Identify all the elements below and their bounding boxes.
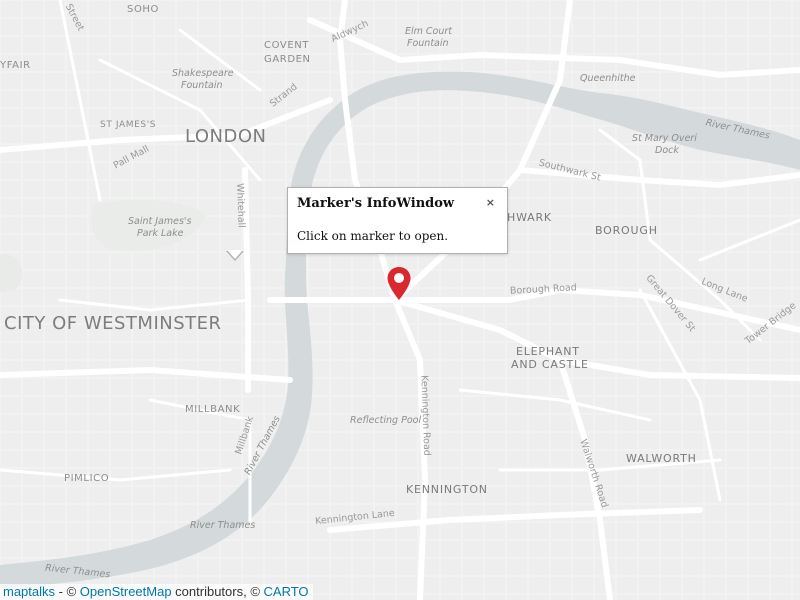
label-walworth: WALWORTH [626, 452, 697, 465]
label-queenhithe: Queenhithe [580, 73, 636, 84]
info-window-content: Click on marker to open. [297, 229, 449, 243]
label-shakespeare-2: Fountain [181, 80, 223, 91]
label-mayfair: YFAIR [0, 60, 31, 71]
openstreetmap-link[interactable]: OpenStreetMap [80, 584, 172, 599]
label-london: LONDON [185, 126, 267, 147]
attribution-contrib: contributors, © [171, 584, 264, 599]
info-window[interactable]: Marker's InfoWindow × Click on marker to… [287, 187, 508, 254]
attribution-sep: - © [55, 584, 80, 599]
map-pin-icon[interactable] [386, 266, 412, 302]
map-container[interactable]: SOHO YFAIR COVENT GARDEN Elm Court Fount… [0, 0, 800, 600]
label-st-james-park-1: Saint James's [128, 216, 192, 227]
label-westminster: CITY OF WESTMINSTER [4, 313, 222, 334]
label-st-james-park-2: Park Lake [137, 228, 184, 239]
label-pimlico: PIMLICO [64, 473, 110, 484]
close-icon[interactable]: × [486, 196, 495, 209]
label-reflecting-pool: Reflecting Pool [350, 415, 422, 426]
info-window-title: Marker's InfoWindow [297, 196, 455, 211]
label-millbank: MILLBANK [185, 404, 241, 415]
label-covent-garden-1: COVENT [264, 40, 310, 51]
label-elm-court-2: Fountain [407, 38, 449, 49]
label-covent-garden-2: GARDEN [264, 54, 311, 65]
label-elephant-1: ELEPHANT [516, 345, 580, 358]
label-st-mary-2: Dock [655, 145, 679, 156]
attribution: maptalks - © OpenStreetMap contributors,… [0, 584, 313, 600]
label-kennington: KENNINGTON [406, 483, 488, 496]
maptalks-link[interactable]: maptalks [3, 584, 55, 599]
label-elephant-2: AND CASTLE [511, 358, 589, 371]
info-window-arrow-inner [227, 250, 243, 259]
label-st-james: ST JAMES'S [100, 120, 157, 130]
label-st-mary-1: St Mary Overi [632, 133, 697, 144]
label-whitehall: Whitehall [234, 182, 247, 229]
label-shakespeare-1: Shakespeare [172, 68, 234, 79]
carto-link[interactable]: CARTO [264, 584, 309, 599]
label-borough: BOROUGH [595, 224, 658, 237]
label-river-thames-s: River Thames [190, 520, 256, 531]
label-soho: SOHO [127, 4, 160, 15]
label-southwark: HWARK [507, 211, 552, 224]
label-elm-court-1: Elm Court [405, 26, 453, 37]
